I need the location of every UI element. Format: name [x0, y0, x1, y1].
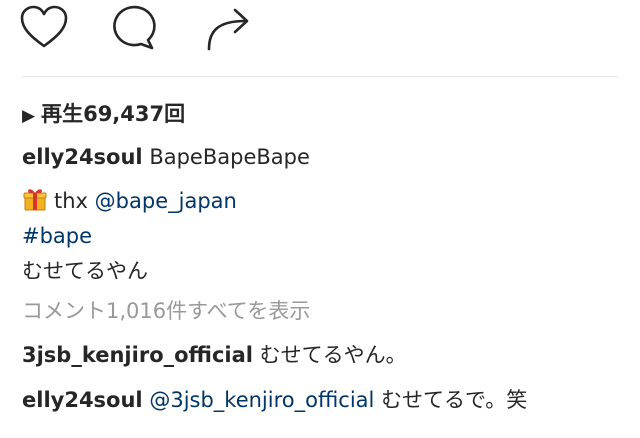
caption: elly24soul BapeBapeBape [22, 143, 310, 171]
thanks-text: thx [54, 189, 88, 213]
hashtag-link[interactable]: #bape [22, 222, 92, 250]
view-all-comments-link[interactable]: コメント1,016件すべてを表示 [22, 297, 310, 325]
gift-icon [22, 186, 48, 219]
comment-text: むせてるで。笑 [381, 388, 528, 412]
caption-text: BapeBapeBape [149, 145, 310, 169]
comment-row: elly24soul @3jsb_kenjiro_official むせてるで。… [22, 386, 527, 414]
comment-icon [113, 5, 156, 50]
view-count-label: 再生69,437回 [41, 102, 186, 126]
view-count[interactable]: ▶ 再生69,437回 [22, 100, 185, 130]
caption-username[interactable]: elly24soul [22, 145, 143, 169]
comment-username[interactable]: 3jsb_kenjiro_official [22, 343, 253, 367]
caption-line-2: thx @bape_japan [22, 186, 237, 219]
action-bar [0, 0, 640, 60]
share-arrow-icon [207, 8, 249, 51]
comment-username[interactable]: elly24soul [22, 388, 143, 412]
play-icon: ▶ [22, 106, 36, 126]
mention-link[interactable]: @bape_japan [95, 189, 237, 213]
comment-mention-link[interactable]: @3jsb_kenjiro_official [149, 388, 374, 412]
divider [22, 76, 618, 77]
comment-button[interactable] [108, 4, 158, 50]
comment-row: 3jsb_kenjiro_official むせてるやん。 [22, 341, 407, 369]
comment-text: むせてるやん。 [259, 343, 407, 367]
heart-icon [20, 5, 68, 48]
share-button[interactable] [203, 4, 253, 52]
caption-line-3: むせてるやん [22, 259, 148, 283]
like-button[interactable] [20, 5, 68, 49]
